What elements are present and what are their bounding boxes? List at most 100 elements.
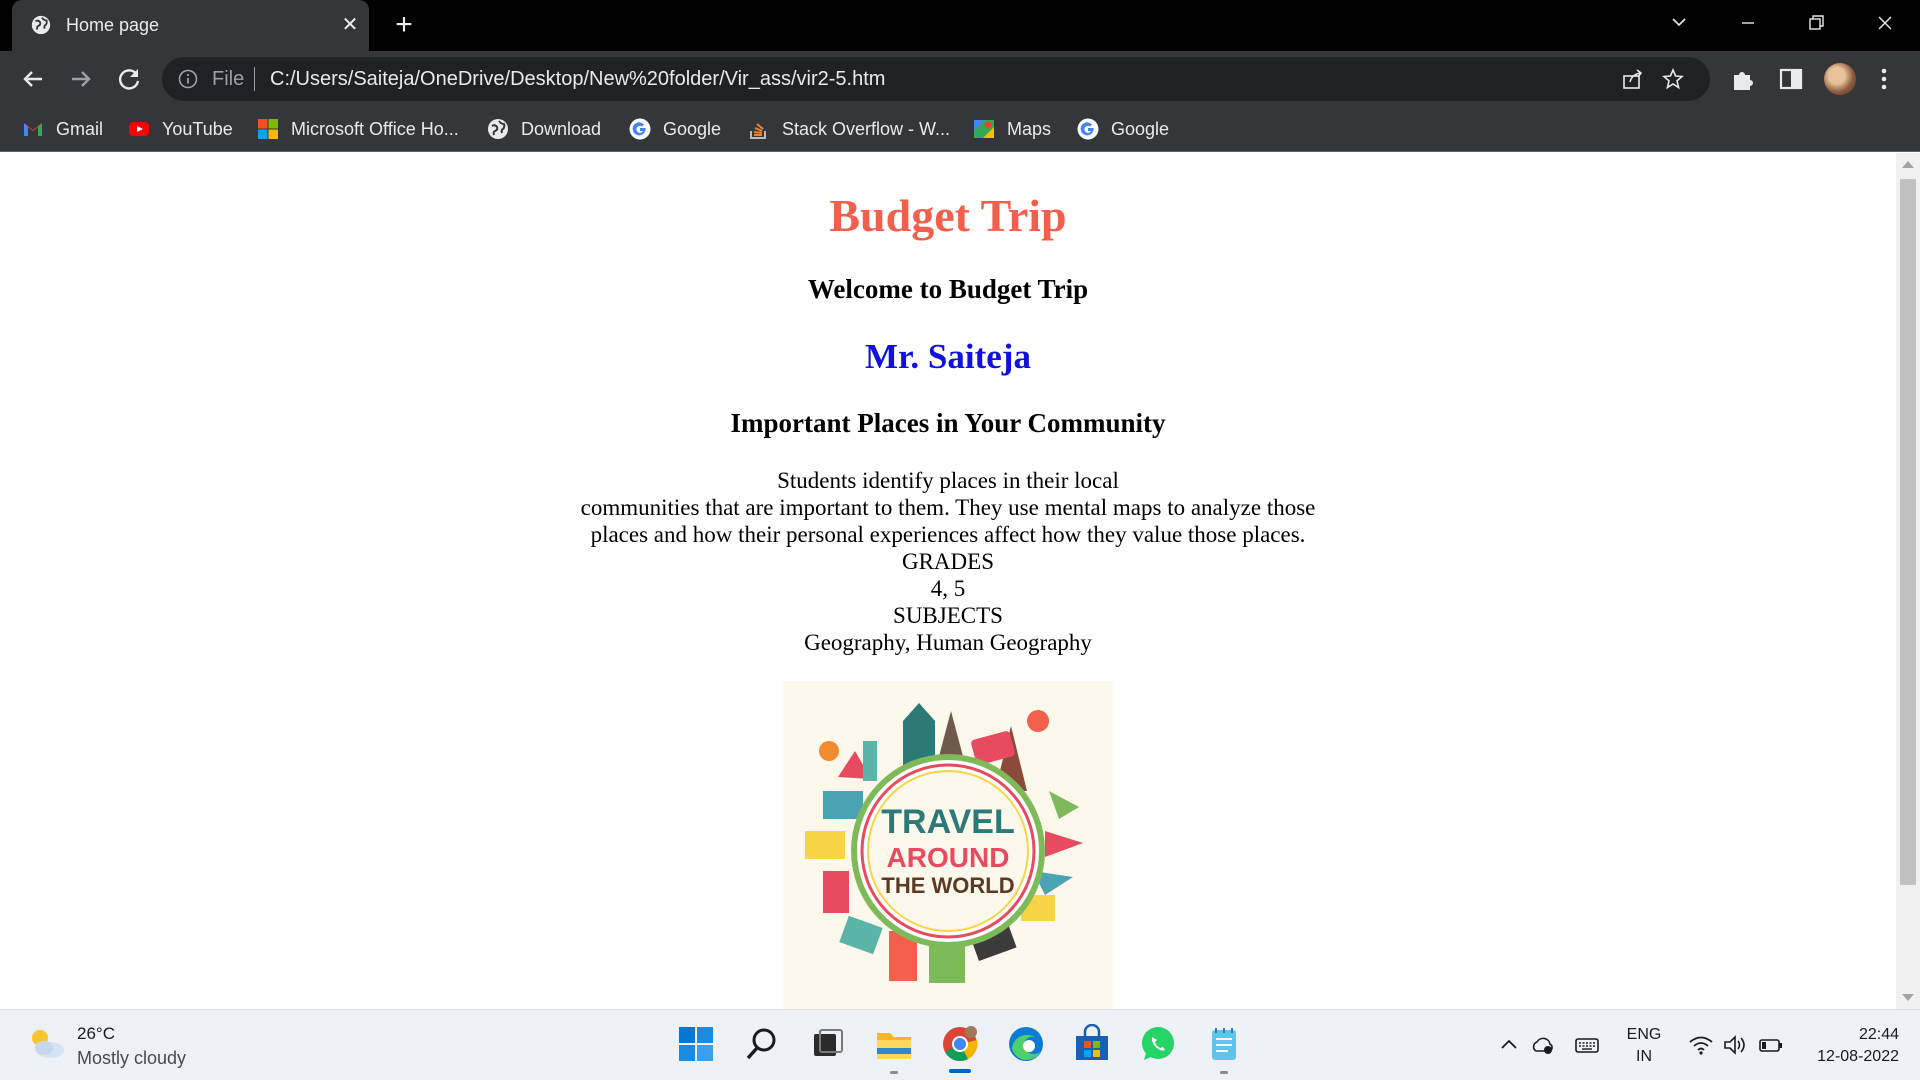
- grades-value: 4, 5: [930, 576, 966, 601]
- weather-temperature: 26°C: [77, 1024, 115, 1043]
- tab-close-icon[interactable]: ✕: [338, 13, 362, 37]
- language-code: ENG: [1626, 1026, 1662, 1043]
- bookmark-label: Google: [663, 118, 722, 139]
- site-title: Budget Trip: [829, 190, 1067, 241]
- microsoft-icon: [258, 119, 278, 139]
- tab-search-icon[interactable]: [1656, 6, 1702, 40]
- stackoverflow-icon: [750, 123, 766, 139]
- weather-condition: Mostly cloudy: [77, 1048, 187, 1068]
- tab-title: Home page: [66, 15, 160, 35]
- travel-around-the-world-image: TRAVEL AROUND THE WORLD: [783, 681, 1113, 1009]
- address-bar[interactable]: File C:/Users/Saiteja/OneDrive/Desktop/N…: [162, 57, 1710, 101]
- search-icon[interactable]: [742, 1024, 782, 1064]
- new-tab-button[interactable]: +: [389, 10, 419, 41]
- page-scrollbar[interactable]: [1896, 153, 1920, 1009]
- bookmarks-bar: Gmail YouTube Microsoft Office Ho... Dow…: [0, 107, 1920, 152]
- restore-icon[interactable]: [1793, 6, 1839, 40]
- tab-strip: Home page ✕ +: [0, 0, 1920, 51]
- wifi-icon[interactable]: [1688, 1032, 1714, 1058]
- google-icon: [1077, 118, 1099, 140]
- notepad-running-indicator: [1220, 1071, 1228, 1074]
- address-divider: [254, 67, 255, 91]
- back-icon[interactable]: [18, 64, 48, 94]
- battery-icon[interactable]: [1758, 1032, 1784, 1058]
- windows-start-icon[interactable]: [676, 1024, 716, 1064]
- task-view-icon[interactable]: [808, 1024, 848, 1064]
- forward-icon[interactable]: [66, 64, 96, 94]
- system-clock[interactable]: 22:44 12-08-2022: [1795, 1024, 1899, 1068]
- edge-icon[interactable]: [1006, 1024, 1046, 1064]
- extensions-icon[interactable]: [1730, 66, 1756, 92]
- reload-icon[interactable]: [114, 64, 144, 94]
- clock-time: 22:44: [1858, 1026, 1899, 1043]
- file-explorer-icon[interactable]: [874, 1024, 914, 1064]
- browser-tab[interactable]: Home page ✕: [12, 0, 369, 51]
- input-language[interactable]: ENG IN: [1622, 1024, 1666, 1068]
- bookmark-label: Stack Overflow - W...: [782, 118, 951, 139]
- bookmark-maps[interactable]: Maps: [973, 115, 1051, 143]
- minimize-icon[interactable]: [1725, 6, 1771, 40]
- globe-icon: [488, 119, 508, 139]
- author-name: Mr. Saiteja: [865, 337, 1031, 376]
- scroll-up-arrow-icon[interactable]: [1902, 161, 1914, 168]
- bookmark-label: Gmail: [56, 118, 104, 139]
- microsoft-store-icon[interactable]: [1072, 1024, 1112, 1064]
- bookmark-label: Download: [521, 118, 602, 139]
- chrome-active-indicator: [949, 1069, 971, 1073]
- description-line: communities that are important to them. …: [580, 495, 1316, 520]
- browser-toolbar: File C:/Users/Saiteja/OneDrive/Desktop/N…: [0, 51, 1920, 107]
- volume-icon[interactable]: [1722, 1032, 1748, 1058]
- bookmark-download[interactable]: Download: [487, 115, 601, 143]
- subjects-value: Geography, Human Geography: [804, 630, 1092, 655]
- welcome-heading: Welcome to Budget Trip: [807, 274, 1089, 304]
- whatsapp-icon[interactable]: [1138, 1024, 1178, 1064]
- grades-label: GRADES: [901, 549, 994, 574]
- bookmark-google[interactable]: Google: [629, 115, 721, 143]
- maps-icon: [974, 120, 994, 138]
- bookmark-gmail[interactable]: Gmail: [22, 115, 103, 143]
- bookmark-google-2[interactable]: Google: [1077, 115, 1169, 143]
- profile-avatar[interactable]: [1824, 63, 1856, 95]
- chrome-icon[interactable]: [940, 1024, 980, 1064]
- travel-illustration: TRAVEL AROUND THE WORLD: [805, 703, 1083, 983]
- section-heading: Important Places in Your Community: [730, 408, 1166, 438]
- side-panel-icon[interactable]: [1778, 66, 1804, 92]
- bookmark-label: Maps: [1007, 118, 1052, 139]
- image-text-travel: TRAVEL: [881, 803, 1014, 841]
- web-page: Budget Trip Welcome to Budget Trip Mr. S…: [0, 153, 1896, 1009]
- close-window-icon[interactable]: [1862, 6, 1908, 40]
- explorer-running-indicator: [890, 1071, 898, 1074]
- scroll-down-arrow-icon[interactable]: [1902, 994, 1914, 1001]
- bookmark-stack-overflow[interactable]: Stack Overflow - W...: [748, 115, 950, 143]
- share-icon[interactable]: [1622, 68, 1644, 90]
- partly-cloudy-icon: [32, 1030, 64, 1058]
- scroll-thumb[interactable]: [1900, 179, 1916, 885]
- chevron-up-icon[interactable]: [1496, 1032, 1522, 1058]
- menu-kebab-icon[interactable]: [1876, 65, 1892, 93]
- url-scheme: File: [212, 68, 245, 90]
- description-line: places and how their personal experience…: [590, 522, 1306, 547]
- taskbar: 26°C Mostly cloudy ENG IN 22:44 12-08-20…: [0, 1009, 1920, 1080]
- info-icon[interactable]: [178, 69, 198, 89]
- image-text-the-world: THE WORLD: [881, 873, 1014, 898]
- youtube-icon: [129, 122, 149, 136]
- bookmark-star-icon[interactable]: [1662, 68, 1684, 90]
- region-code: IN: [1636, 1048, 1652, 1065]
- bookmark-youtube[interactable]: YouTube: [128, 115, 233, 143]
- globe-icon: [31, 15, 51, 35]
- description-line: Students identify places in their local: [777, 468, 1119, 493]
- description-block: Students identify places in their local …: [0, 467, 1896, 656]
- image-text-around: AROUND: [887, 842, 1010, 873]
- bookmark-label: Microsoft Office Ho...: [291, 118, 459, 139]
- notepad-icon[interactable]: [1204, 1024, 1244, 1064]
- bookmark-microsoft-office[interactable]: Microsoft Office Ho...: [257, 115, 459, 143]
- google-icon: [629, 118, 651, 140]
- url-text[interactable]: C:/Users/Saiteja/OneDrive/Desktop/New%20…: [270, 67, 885, 91]
- keyboard-icon[interactable]: [1574, 1032, 1600, 1058]
- bookmark-label: YouTube: [162, 118, 233, 139]
- subjects-label: SUBJECTS: [893, 603, 1003, 628]
- clock-date: 12-08-2022: [1817, 1048, 1899, 1065]
- onedrive-cloud-icon[interactable]: [1530, 1032, 1556, 1058]
- bookmark-label: Google: [1111, 118, 1170, 139]
- gmail-icon: [24, 123, 42, 136]
